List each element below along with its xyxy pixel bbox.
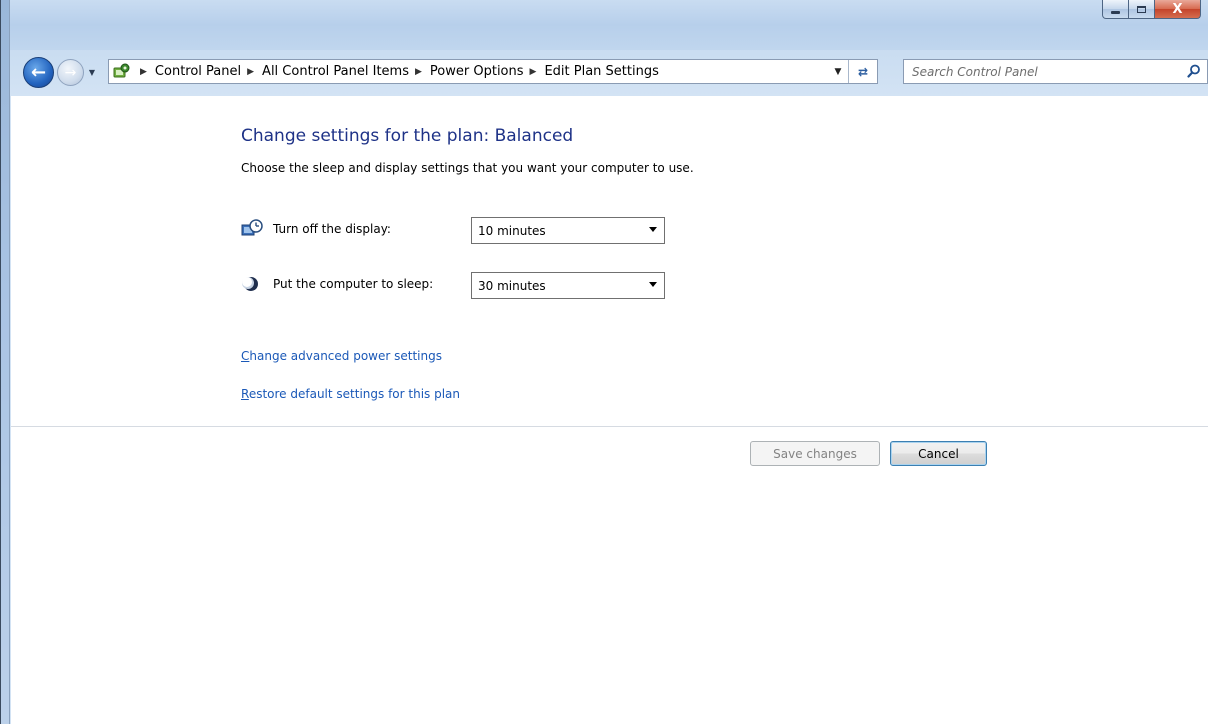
display-timeout-value: 10 minutes xyxy=(478,223,546,238)
breadcrumb-separator-icon[interactable]: ▶ xyxy=(140,67,147,77)
search-input[interactable] xyxy=(910,63,1174,80)
breadcrumb-separator-icon[interactable]: ▶ xyxy=(247,67,254,77)
caption-buttons: X xyxy=(1102,0,1201,20)
recent-pages-button[interactable]: ▼ xyxy=(87,67,97,77)
refresh-button[interactable]: ⇄ xyxy=(848,60,877,83)
address-dropdown-button[interactable]: ▼ xyxy=(829,60,847,83)
chevron-down-icon: ▼ xyxy=(834,66,842,77)
address-bar[interactable]: ▶ Control Panel ▶ All Control Panel Item… xyxy=(108,59,878,84)
link-text: estore default settings for this plan xyxy=(248,387,461,401)
chevron-down-icon xyxy=(649,227,657,232)
refresh-icon: ⇄ xyxy=(857,64,869,79)
sleep-timeout-dropdown[interactable]: 30 minutes xyxy=(471,272,665,299)
display-timer-icon xyxy=(241,219,263,236)
window-frame-left xyxy=(1,0,10,724)
display-timeout-dropdown[interactable]: 10 minutes xyxy=(471,217,665,244)
breadcrumb-all-items[interactable]: All Control Panel Items xyxy=(262,64,409,79)
chevron-down-icon xyxy=(649,282,657,287)
main-content: Change settings for the plan: Balanced C… xyxy=(11,96,1208,724)
breadcrumb-control-panel[interactable]: Control Panel xyxy=(155,64,241,79)
search-icon[interactable] xyxy=(1187,64,1201,78)
setting-sleep: Put the computer to sleep: xyxy=(241,271,433,297)
control-panel-window: X ← → ▼ ▶ Control Panel ▶ All Control Pa… xyxy=(0,0,1208,724)
chevron-down-icon: ▼ xyxy=(88,67,96,77)
advanced-power-settings-link[interactable]: Change advanced power settings xyxy=(241,349,442,363)
control-panel-icon xyxy=(113,63,130,77)
close-icon: X xyxy=(1172,1,1183,17)
title-bar[interactable]: X xyxy=(10,0,1208,50)
link-text: hange advanced power settings xyxy=(249,349,442,363)
divider xyxy=(11,426,1208,427)
sleep-timeout-value: 30 minutes xyxy=(478,278,546,293)
breadcrumb-separator-icon[interactable]: ▶ xyxy=(415,67,422,77)
restore-defaults-link[interactable]: Restore default settings for this plan xyxy=(241,387,460,401)
close-button[interactable]: X xyxy=(1155,0,1201,19)
save-changes-button[interactable]: Save changes xyxy=(750,441,880,466)
minimize-icon xyxy=(1111,10,1120,14)
minimize-button[interactable] xyxy=(1102,0,1129,19)
breadcrumb-separator-icon[interactable]: ▶ xyxy=(530,67,537,77)
cancel-button[interactable]: Cancel xyxy=(890,441,987,466)
back-button[interactable]: ← xyxy=(23,57,54,88)
navigation-bar: ← → ▼ ▶ Control Panel ▶ All Control Pane… xyxy=(10,54,1208,91)
forward-button[interactable]: → xyxy=(57,59,84,86)
moon-sleep-icon xyxy=(242,277,258,291)
maximize-button[interactable] xyxy=(1129,0,1155,19)
arrow-left-icon: ← xyxy=(30,62,47,83)
breadcrumb-edit-plan-settings[interactable]: Edit Plan Settings xyxy=(544,64,658,79)
page-title: Change settings for the plan: Balanced xyxy=(241,126,574,146)
breadcrumb: ▶ Control Panel ▶ All Control Panel Item… xyxy=(134,64,659,79)
search-box[interactable] xyxy=(903,59,1208,84)
arrow-right-icon: → xyxy=(64,64,77,81)
setting-display-label: Turn off the display: xyxy=(273,222,391,236)
maximize-icon xyxy=(1137,5,1146,13)
setting-display: Turn off the display: xyxy=(241,216,391,242)
breadcrumb-power-options[interactable]: Power Options xyxy=(430,64,524,79)
setting-sleep-label: Put the computer to sleep: xyxy=(273,277,434,291)
page-subtitle: Choose the sleep and display settings th… xyxy=(241,161,694,175)
link-accesskey: R xyxy=(241,387,249,401)
